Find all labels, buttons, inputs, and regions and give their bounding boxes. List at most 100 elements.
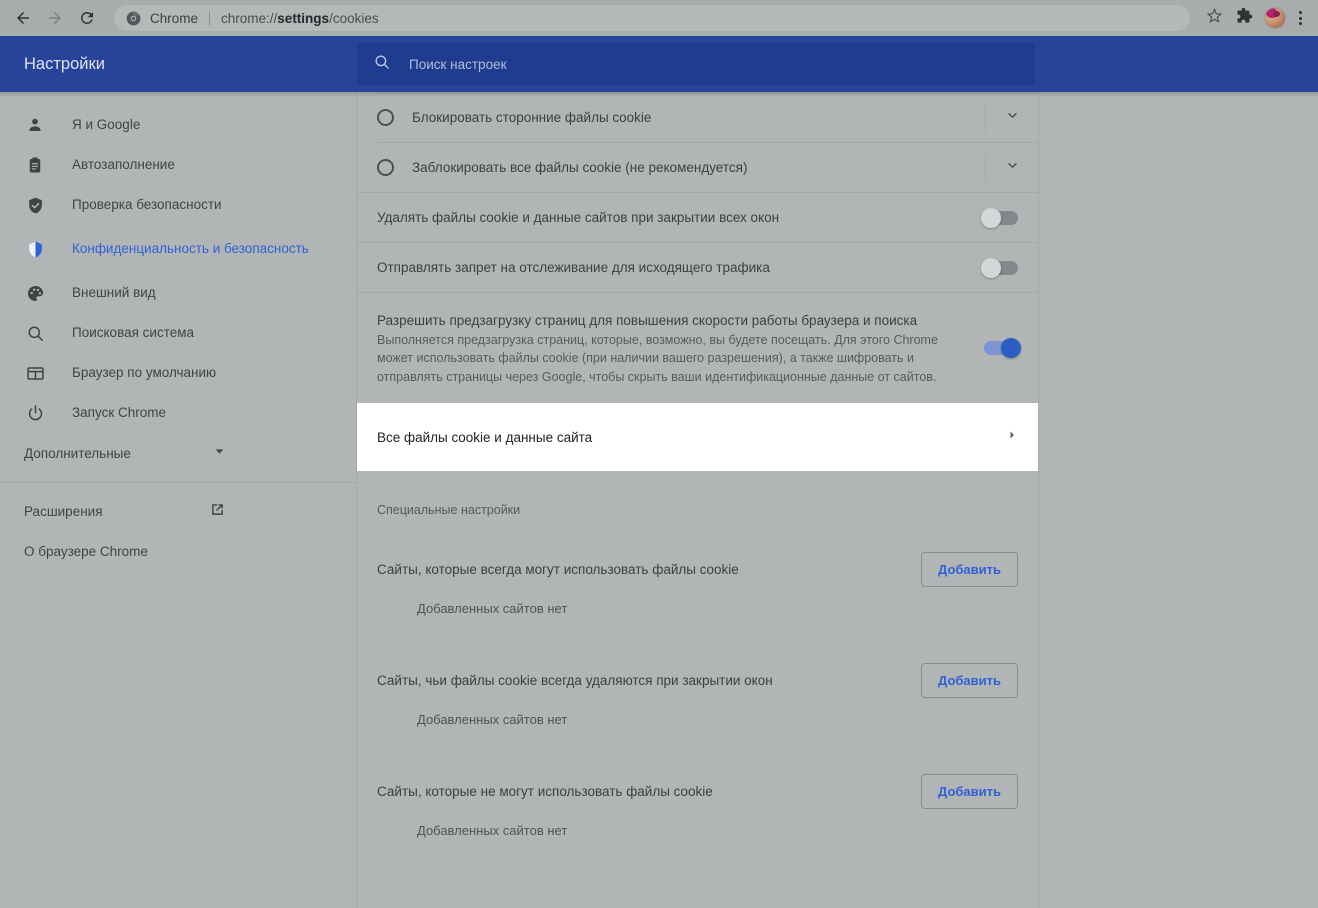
clipboard-icon xyxy=(24,154,46,176)
shield-icon xyxy=(24,238,46,260)
three-dots-menu-icon[interactable] xyxy=(1290,4,1310,32)
sidebar-item-label: Браузер по умолчанию xyxy=(72,364,216,382)
site-list-empty-text: Добавленных сайтов нет xyxy=(357,702,1038,737)
sidebar-item-default-browser[interactable]: Браузер по умолчанию xyxy=(0,353,356,393)
bookmark-button[interactable] xyxy=(1200,4,1228,32)
browser-window-icon xyxy=(24,362,46,384)
sidebar-item-appearance[interactable]: Внешний вид xyxy=(0,273,356,313)
setting-description: Выполняется предзагрузка страниц, которы… xyxy=(377,331,949,387)
palette-icon xyxy=(24,282,46,304)
radio-label: Блокировать сторонние файлы cookie xyxy=(412,110,985,125)
setting-text-block: Разрешить предзагрузку страниц для повыш… xyxy=(377,310,984,387)
power-icon xyxy=(24,402,46,424)
setting-label: Разрешить предзагрузку страниц для повыш… xyxy=(377,310,964,331)
setting-label: Отправлять запрет на отслеживание для ис… xyxy=(377,260,984,275)
sidebar-item-label: Поисковая система xyxy=(72,324,194,342)
sidebar-item-label: Автозаполнение xyxy=(72,156,175,174)
settings-header: Настройки Поиск настроек xyxy=(0,36,1318,92)
site-list-label: Сайты, чьи файлы cookie всегда удаляются… xyxy=(377,673,921,688)
expand-row-button[interactable] xyxy=(986,143,1038,192)
spacer xyxy=(357,737,1038,769)
extensions-button[interactable] xyxy=(1230,4,1258,32)
sidebar-about-label: О браузере Chrome xyxy=(24,544,226,559)
url-prefix: chrome:// xyxy=(221,11,277,26)
row-label: Все файлы cookie и данные сайта xyxy=(377,430,1006,445)
reload-icon xyxy=(78,9,96,27)
omnibox-url: chrome://settings/cookies xyxy=(221,11,379,26)
search-icon xyxy=(373,53,391,76)
page-title: Настройки xyxy=(24,55,357,74)
external-link-icon xyxy=(209,501,226,521)
setting-label: Удалять файлы cookie и данные сайтов при… xyxy=(377,210,984,225)
site-list-allow-cookies: Сайты, которые всегда могут использовать… xyxy=(357,547,1038,591)
settings-content: Блокировать сторонние файлы cookie Забло… xyxy=(357,92,1039,908)
sidebar-item-label: Проверка безопасности xyxy=(72,196,222,214)
person-icon xyxy=(24,114,46,136)
site-list-label: Сайты, которые всегда могут использовать… xyxy=(377,562,921,577)
search-icon xyxy=(24,322,46,344)
url-path: /cookies xyxy=(329,11,379,26)
sidebar-item-label: Я и Google xyxy=(72,116,140,134)
add-site-button[interactable]: Добавить xyxy=(921,774,1018,809)
site-list-empty-text: Добавленных сайтов нет xyxy=(357,591,1038,626)
chevron-down-icon xyxy=(1005,158,1020,178)
chrome-logo-icon xyxy=(126,11,141,26)
address-bar[interactable]: Chrome chrome://settings/cookies xyxy=(114,5,1190,31)
special-settings-heading: Специальные настройки xyxy=(357,471,1038,527)
star-icon xyxy=(1206,7,1223,29)
profile-avatar[interactable] xyxy=(1264,7,1286,29)
shield-check-icon xyxy=(24,194,46,216)
sidebar-item-label: Запуск Chrome xyxy=(72,404,166,422)
sidebar-item-safety-check[interactable]: Проверка безопасности xyxy=(0,185,356,225)
sidebar-item-extensions[interactable]: Расширения xyxy=(0,491,250,531)
toggle-switch[interactable] xyxy=(984,211,1018,225)
sidebar-item-privacy-and-security[interactable]: Конфиденциальность и безопасность xyxy=(0,225,356,273)
search-settings-field[interactable]: Поиск настроек xyxy=(357,43,1035,85)
url-host: settings xyxy=(277,11,329,26)
sidebar-item-label: Внешний вид xyxy=(72,284,156,302)
sidebar-advanced-label: Дополнительные xyxy=(24,446,213,461)
omnibox-chip-label: Chrome xyxy=(150,11,198,26)
sidebar-divider xyxy=(0,482,356,483)
sidebar-item-about-chrome[interactable]: О браузере Chrome xyxy=(0,531,250,571)
radio-option-block-third-party-cookies[interactable]: Блокировать сторонние файлы cookie xyxy=(357,93,1038,142)
back-button[interactable] xyxy=(8,3,38,33)
forward-button[interactable] xyxy=(40,3,70,33)
settings-sidebar: Я и Google Автозаполнение Проверка безоп… xyxy=(0,92,357,908)
add-site-button[interactable]: Добавить xyxy=(921,552,1018,587)
sidebar-item-search-engine[interactable]: Поисковая система xyxy=(0,313,356,353)
toggle-switch[interactable] xyxy=(984,341,1018,355)
site-list-empty-text: Добавленных сайтов нет xyxy=(357,813,1038,848)
sidebar-item-autofill[interactable]: Автозаполнение xyxy=(0,145,356,185)
sidebar-item-chrome-startup[interactable]: Запуск Chrome xyxy=(0,393,356,433)
setting-do-not-track[interactable]: Отправлять запрет на отслеживание для ис… xyxy=(357,243,1038,292)
omnibox-divider xyxy=(209,11,210,26)
expand-row-button[interactable] xyxy=(986,93,1038,142)
chevron-down-icon xyxy=(1005,108,1020,128)
sidebar-item-you-and-google[interactable]: Я и Google xyxy=(0,105,356,145)
setting-preload-pages[interactable]: Разрешить предзагрузку страниц для повыш… xyxy=(357,293,1038,403)
radio-button[interactable] xyxy=(377,159,394,176)
puzzle-piece-icon xyxy=(1236,7,1253,29)
sidebar-item-advanced[interactable]: Дополнительные xyxy=(0,433,250,473)
radio-button[interactable] xyxy=(377,109,394,126)
spacer xyxy=(357,626,1038,658)
reload-button[interactable] xyxy=(72,3,102,33)
search-placeholder: Поиск настроек xyxy=(409,57,507,72)
all-cookies-and-site-data-row[interactable]: Все файлы cookie и данные сайта xyxy=(357,403,1038,471)
chevron-down-icon xyxy=(213,445,226,461)
back-arrow-icon xyxy=(14,9,32,27)
site-list-label: Сайты, которые не могут использовать фай… xyxy=(377,784,921,799)
right-gutter xyxy=(1039,92,1318,908)
forward-arrow-icon xyxy=(46,9,64,27)
toggle-switch[interactable] xyxy=(984,261,1018,275)
browser-toolbar: Chrome chrome://settings/cookies xyxy=(0,0,1318,36)
chevron-right-icon xyxy=(1006,428,1018,446)
spacer xyxy=(357,527,1038,547)
sidebar-extensions-label: Расширения xyxy=(24,504,209,519)
setting-clear-cookies-on-exit[interactable]: Удалять файлы cookie и данные сайтов при… xyxy=(357,193,1038,242)
radio-label: Заблокировать все файлы cookie (не реком… xyxy=(412,160,985,175)
site-list-block-cookies: Сайты, которые не могут использовать фай… xyxy=(357,769,1038,813)
radio-option-block-all-cookies[interactable]: Заблокировать все файлы cookie (не реком… xyxy=(357,143,1038,192)
add-site-button[interactable]: Добавить xyxy=(921,663,1018,698)
